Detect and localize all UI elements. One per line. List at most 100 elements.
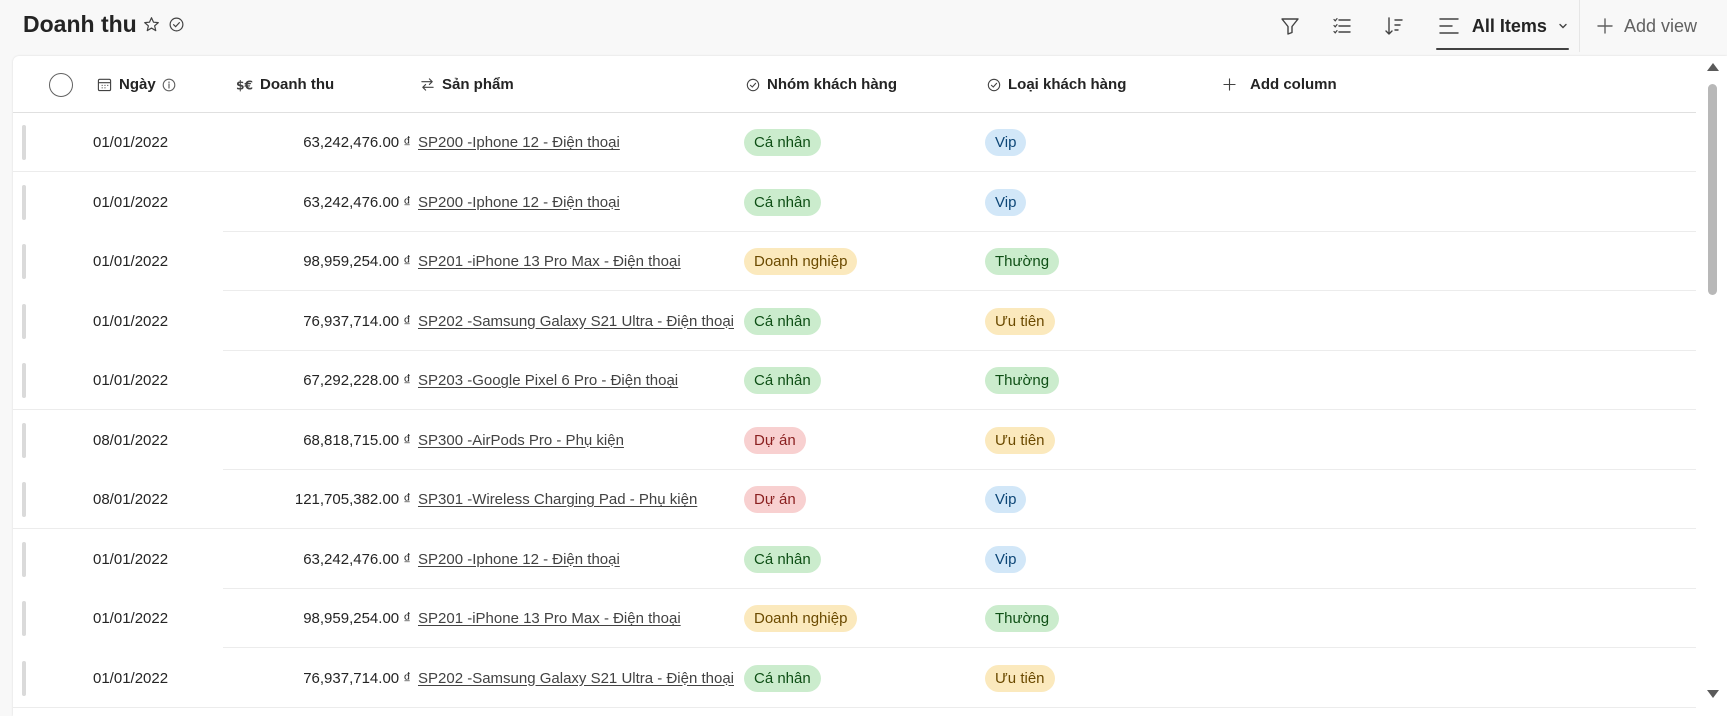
product-link[interactable]: SP203 -Google Pixel 6 Pro - Điện thoại [418, 372, 678, 389]
table-row[interactable]: 01/01/2022 98,959,254.00 ₫ SP201 -iPhone 1… [13, 232, 1696, 291]
row-selection-handle[interactable] [22, 303, 26, 339]
product-cell: SP301 -Wireless Charging Pad - Phụ kiện [418, 470, 697, 529]
info-icon[interactable] [162, 78, 176, 92]
vertical-scrollbar[interactable] [1696, 56, 1727, 716]
customer-group-cell: Cá nhân [744, 292, 821, 351]
row-selection-handle[interactable] [22, 422, 26, 458]
date-cell: 01/01/2022 [93, 372, 169, 389]
list-card: Ngày $€ Doanh thu Sản phẩm Nhóm khách hà… [13, 56, 1727, 716]
customer-type-cell: Thường [985, 589, 1060, 648]
product-cell: SP200 -Iphone 12 - Điện thoại [418, 113, 620, 172]
column-header-product[interactable]: Sản phẩm [420, 56, 514, 113]
customer-group-pill: Cá nhân [744, 367, 821, 394]
product-cell: SP202 -Samsung Galaxy S21 Ultra - Điện t… [418, 649, 734, 708]
date-cell: 01/01/2022 [93, 610, 169, 627]
product-link[interactable]: SP200 -Iphone 12 - Điện thoại [418, 551, 620, 568]
row-selection-handle[interactable] [22, 601, 26, 636]
customer-group-pill: Doanh nghiệp [744, 248, 858, 275]
customer-group-cell: Cá nhân [744, 351, 821, 410]
customer-type-cell: Vip [985, 470, 1027, 529]
customer-group-pill: Dự án [744, 486, 806, 513]
product-link[interactable]: SP301 -Wireless Charging Pad - Phụ kiện [418, 491, 697, 508]
customer-type-pill: Vip [985, 545, 1027, 573]
product-link[interactable]: SP200 -Iphone 12 - Điện thoại [418, 194, 620, 211]
customer-type-cell: Ưu tiên [985, 292, 1055, 351]
add-view-label: Add view [1623, 15, 1697, 36]
customer-type-pill: Thường [985, 605, 1060, 632]
table-row[interactable]: 01/01/2022 76,937,714.00 ₫ SP202 -Samsung … [13, 649, 1696, 708]
column-header-customer-type[interactable]: Loại khách hàng [987, 56, 1126, 113]
revenue-cell: 98,959,254.00 ₫ [303, 253, 411, 270]
product-link[interactable]: SP201 -iPhone 13 Pro Max - Điện thoại [418, 610, 681, 627]
customer-group-cell: Doanh nghiệp [744, 232, 858, 291]
date-cell: 08/01/2022 [93, 491, 169, 508]
table-row[interactable]: 01/01/2022 63,242,476.00 ₫ SP200 -Iphone 1… [13, 113, 1696, 172]
view-lines-icon [1439, 18, 1459, 34]
scroll-up-arrow[interactable] [1707, 63, 1719, 71]
header-bar: Doanh thu All Items Add view [0, 0, 1727, 52]
customer-group-pill: Cá nhân [744, 664, 821, 692]
product-link[interactable]: SP202 -Samsung Galaxy S21 Ultra - Điện t… [418, 313, 734, 330]
customer-type-pill: Vip [985, 486, 1027, 513]
row-selection-handle[interactable] [22, 660, 26, 696]
sort-icon [1385, 17, 1403, 35]
row-selection-handle[interactable] [22, 244, 26, 279]
group-by-button[interactable] [1316, 0, 1368, 52]
lookup-arrows-icon [421, 78, 434, 91]
customer-group-pill: Dự án [744, 426, 806, 454]
star-icon[interactable] [143, 16, 160, 33]
customer-type-cell: Vip [985, 173, 1027, 232]
row-selection-handle[interactable] [22, 482, 26, 517]
customer-type-pill: Thường [985, 248, 1060, 275]
column-header-customer-group[interactable]: Nhóm khách hàng [746, 56, 897, 113]
customer-group-cell: Cá nhân [744, 649, 821, 708]
table-row[interactable]: 01/01/2022 76,937,714.00 ₫ SP202 -Samsung … [13, 292, 1696, 351]
date-cell: 01/01/2022 [93, 669, 169, 687]
product-cell: SP200 -Iphone 12 - Điện thoại [418, 173, 620, 232]
select-all-checkbox[interactable] [49, 73, 73, 97]
row-selection-handle[interactable] [22, 125, 26, 160]
scrollbar-thumb[interactable] [1708, 84, 1717, 295]
product-link[interactable]: SP300 -AirPods Pro - Phụ kiện [418, 432, 624, 449]
check-circle-icon[interactable] [168, 16, 185, 33]
table-row[interactable]: 01/01/2022 67,292,228.00 ₫ SP203 -Google P… [13, 351, 1696, 410]
revenue-cell: 63,242,476.00 ₫ [303, 193, 411, 211]
customer-type-pill: Vip [985, 129, 1027, 156]
sort-button[interactable] [1368, 0, 1420, 52]
date-cell: 08/01/2022 [93, 431, 169, 449]
filter-button[interactable] [1264, 0, 1316, 52]
add-column-button[interactable]: Add column [1223, 56, 1337, 113]
table-row[interactable]: 08/01/2022 68,818,715.00 ₫ SP300 -AirPods … [13, 411, 1696, 470]
column-header-revenue[interactable]: $€ Doanh thu [236, 56, 334, 113]
product-cell: SP201 -iPhone 13 Pro Max - Điện thoại [418, 589, 681, 648]
date-cell: 01/01/2022 [93, 312, 169, 330]
product-link[interactable]: SP201 -iPhone 13 Pro Max - Điện thoại [418, 253, 681, 270]
customer-type-cell: Thường [985, 232, 1060, 291]
product-cell: SP202 -Samsung Galaxy S21 Ultra - Điện t… [418, 292, 734, 351]
row-selection-handle[interactable] [22, 184, 26, 220]
calendar-icon [97, 78, 112, 92]
column-header-customer-type-label: Loại khách hàng [1008, 76, 1127, 93]
customer-type-cell: Vip [985, 113, 1027, 172]
customer-group-pill: Cá nhân [744, 307, 821, 335]
column-header-date[interactable]: Ngày [97, 56, 176, 113]
table-row[interactable]: 08/01/2022 121,705,382.00 ₫ SP301 -Wireles… [13, 470, 1696, 529]
column-header-product-label: Sản phẩm [442, 76, 514, 93]
table-row[interactable]: 01/01/2022 63,242,476.00 ₫ SP200 -Iphone 1… [13, 173, 1696, 232]
list-icon [1333, 18, 1351, 34]
choice-icon [746, 78, 760, 91]
add-view-button[interactable]: Add view [1578, 0, 1727, 52]
scroll-down-arrow[interactable] [1707, 690, 1719, 698]
column-header-row: Ngày $€ Doanh thu Sản phẩm Nhóm khách hà… [13, 56, 1696, 113]
table-row[interactable]: 01/01/2022 98,959,254.00 ₫ SP201 -iPhone 1… [13, 589, 1696, 648]
product-cell: SP203 -Google Pixel 6 Pro - Điện thoại [418, 351, 678, 410]
view-selector[interactable]: All Items [1426, 0, 1579, 52]
product-link[interactable]: SP200 -Iphone 12 - Điện thoại [418, 134, 620, 151]
product-link[interactable]: SP202 -Samsung Galaxy S21 Ultra - Điện t… [418, 670, 734, 687]
filter-icon [1281, 18, 1299, 35]
row-selection-handle[interactable] [22, 541, 26, 577]
row-selection-handle[interactable] [22, 363, 26, 398]
plus-icon [1597, 18, 1613, 34]
product-cell: SP201 -iPhone 13 Pro Max - Điện thoại [418, 232, 681, 291]
table-row[interactable]: 01/01/2022 63,242,476.00 ₫ SP200 -Iphone 1… [13, 530, 1696, 589]
